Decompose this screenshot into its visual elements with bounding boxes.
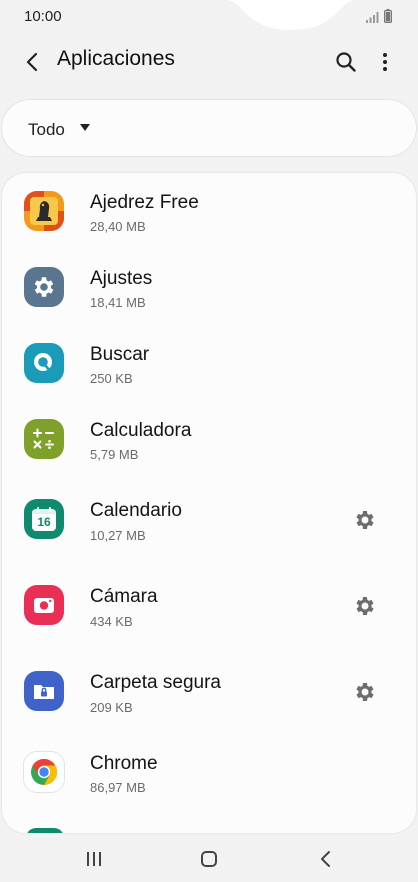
app-size: 28,40 MB bbox=[90, 219, 146, 234]
app-settings-button[interactable] bbox=[351, 592, 379, 620]
chrome-app-icon bbox=[24, 752, 64, 792]
list-item[interactable]: Chrome 86,97 MB bbox=[2, 735, 416, 811]
calendar-app-icon: 16 bbox=[24, 499, 64, 539]
status-bar: 10:00 bbox=[0, 0, 418, 34]
list-item[interactable]: Carpeta segura 209 KB bbox=[2, 649, 416, 735]
settings-app-icon bbox=[24, 267, 64, 307]
secure-folder-app-icon bbox=[24, 671, 64, 711]
list-item[interactable]: Ajedrez Free 28,40 MB bbox=[2, 173, 416, 249]
list-item[interactable]: Ajustes 18,41 MB bbox=[2, 249, 416, 325]
calculator-app-icon bbox=[24, 419, 64, 459]
battery-icon bbox=[384, 9, 392, 23]
app-settings-button[interactable] bbox=[351, 506, 379, 534]
caret-down-icon bbox=[80, 124, 90, 131]
gear-icon bbox=[356, 597, 374, 615]
app-size: 209 KB bbox=[90, 700, 133, 715]
app-size: 434 KB bbox=[90, 614, 133, 629]
more-vertical-icon bbox=[383, 53, 387, 71]
calendar-date: 16 bbox=[37, 515, 51, 529]
app-settings-button[interactable] bbox=[351, 678, 379, 706]
app-name: Calculadora bbox=[90, 420, 192, 441]
status-icons bbox=[366, 9, 392, 23]
app-size: 10,27 MB bbox=[90, 528, 146, 543]
app-name: Carpeta segura bbox=[90, 672, 221, 693]
page-title: Aplicaciones bbox=[57, 47, 175, 70]
app-bar: Aplicaciones bbox=[0, 36, 418, 86]
app-name: Ajedrez Free bbox=[90, 192, 199, 213]
app-size: 5,79 MB bbox=[90, 447, 139, 462]
navigation-bar bbox=[0, 835, 418, 882]
app-list: Ajedrez Free 28,40 MB Ajustes 18,41 MB B… bbox=[2, 173, 416, 833]
app-name: Cámara bbox=[90, 586, 158, 607]
back-button[interactable] bbox=[16, 46, 48, 78]
search-icon bbox=[336, 52, 356, 72]
more-options-button[interactable] bbox=[370, 46, 400, 78]
list-item[interactable]: Cámara 434 KB bbox=[2, 563, 416, 649]
app-size: 18,41 MB bbox=[90, 295, 146, 310]
app-name: Chrome bbox=[90, 753, 158, 774]
camera-notch bbox=[226, 0, 356, 30]
home-icon[interactable] bbox=[199, 849, 219, 869]
app-size: 86,97 MB bbox=[90, 780, 146, 795]
app-name: Ajustes bbox=[90, 268, 153, 289]
app-size: 250 KB bbox=[90, 371, 133, 386]
search-button[interactable] bbox=[330, 46, 362, 78]
status-time: 10:00 bbox=[24, 8, 62, 25]
chevron-left-icon bbox=[26, 52, 38, 72]
gear-icon bbox=[356, 683, 374, 701]
partial-app-icon bbox=[26, 828, 64, 833]
camera-app-icon bbox=[24, 585, 64, 625]
list-item[interactable]: 16 Calendario 10,27 MB bbox=[2, 477, 416, 563]
finder-app-icon bbox=[24, 343, 64, 383]
gear-icon bbox=[356, 511, 374, 529]
list-item[interactable]: Calculadora 5,79 MB bbox=[2, 401, 416, 477]
filter-label: Todo bbox=[28, 120, 65, 139]
recents-icon[interactable] bbox=[84, 849, 104, 869]
app-name: Buscar bbox=[90, 344, 150, 365]
chess-icon bbox=[24, 191, 64, 231]
filter-dropdown[interactable]: Todo bbox=[2, 100, 416, 156]
back-nav-icon[interactable] bbox=[316, 849, 336, 869]
app-name: Calendario bbox=[90, 500, 182, 521]
list-item[interactable]: Buscar 250 KB bbox=[2, 325, 416, 401]
signal-icon bbox=[366, 12, 379, 23]
